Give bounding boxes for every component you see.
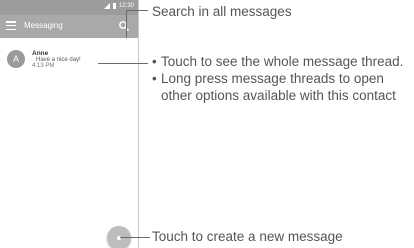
fab-annotation: Touch to create a new message	[152, 229, 343, 244]
menu-icon[interactable]	[6, 21, 16, 31]
thread-tip: Long press message threads to open other…	[152, 70, 414, 104]
thread-time: 4:13 PM	[32, 63, 55, 69]
toolbar-title: Messaging	[24, 21, 63, 30]
app-toolbar: Messaging	[0, 15, 138, 38]
avatar: A	[7, 50, 25, 68]
search-annotation: Search in all messages	[152, 4, 292, 19]
signal-icon	[103, 3, 110, 9]
fab-callout-line	[120, 237, 150, 238]
thread-contact: Anne	[32, 50, 49, 57]
status-bar: 12:30	[0, 0, 138, 15]
search-callout-line	[126, 10, 148, 11]
thread-tip: Touch to see the whole message thread.	[152, 53, 414, 70]
thread-annotations: Touch to see the whole message thread. L…	[152, 53, 414, 104]
phone-screen: 12:30 Messaging A Anne Have a nice day! …	[0, 0, 139, 248]
thread-callout-line	[98, 63, 148, 64]
search-icon[interactable]	[118, 20, 130, 32]
message-thread[interactable]: A Anne Have a nice day! 4:13 PM	[0, 46, 138, 78]
search-callout-line	[126, 10, 127, 38]
status-time: 12:30	[118, 3, 134, 9]
battery-icon	[112, 3, 116, 9]
